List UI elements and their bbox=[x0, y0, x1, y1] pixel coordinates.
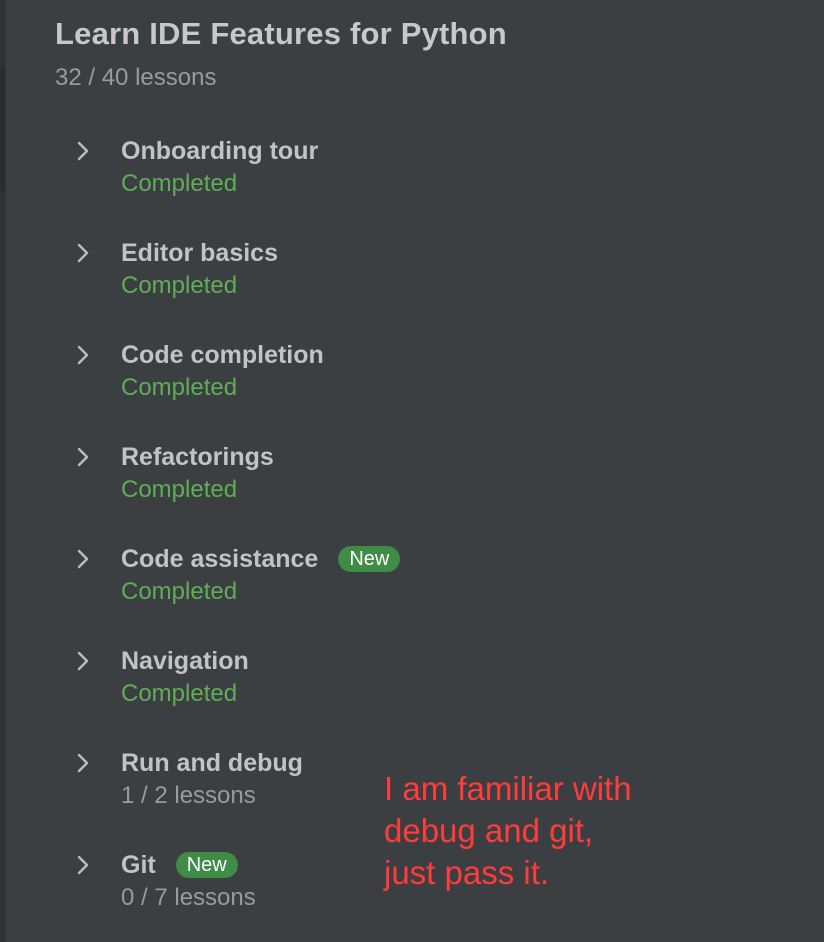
lesson-title-row: Editor basics bbox=[121, 236, 278, 270]
lesson-title: Code completion bbox=[121, 340, 324, 369]
lesson-status: Completed bbox=[121, 374, 238, 401]
chevron-right-icon[interactable] bbox=[72, 140, 94, 162]
lesson-title-row: Git New bbox=[121, 848, 238, 882]
lesson-title-row: Onboarding tour bbox=[121, 134, 318, 168]
lesson-status: Completed bbox=[121, 680, 238, 707]
lesson-title: Refactorings bbox=[121, 442, 274, 471]
lesson-title: Git bbox=[121, 850, 156, 879]
lesson-title-row: Navigation bbox=[121, 644, 249, 678]
lesson-item-navigation[interactable]: Navigation Completed bbox=[72, 644, 572, 724]
annotation-line: I am familiar with bbox=[384, 770, 632, 807]
lesson-item-onboarding-tour[interactable]: Onboarding tour Completed bbox=[72, 134, 572, 214]
lesson-title: Code assistance bbox=[121, 544, 319, 573]
lesson-item-editor-basics[interactable]: Editor basics Completed bbox=[72, 236, 572, 316]
lesson-status: Completed bbox=[121, 272, 238, 299]
chevron-right-icon[interactable] bbox=[72, 548, 94, 570]
scrollbar-thumb[interactable] bbox=[0, 66, 5, 191]
lesson-title: Onboarding tour bbox=[121, 136, 319, 165]
lesson-status: Completed bbox=[121, 170, 238, 197]
course-progress: 32 / 40 lessons bbox=[55, 64, 217, 91]
chevron-right-icon[interactable] bbox=[72, 650, 94, 672]
lesson-title: Navigation bbox=[121, 646, 249, 675]
new-badge: New bbox=[175, 852, 238, 878]
lesson-title: Editor basics bbox=[121, 238, 278, 267]
chevron-right-icon[interactable] bbox=[72, 752, 94, 774]
lesson-title-row: Run and debug bbox=[121, 746, 303, 780]
lesson-title-row: Code assistance New bbox=[121, 542, 401, 576]
lesson-status: 1 / 2 lessons bbox=[121, 782, 256, 809]
lesson-item-refactorings[interactable]: Refactorings Completed bbox=[72, 440, 572, 520]
annotation-line: just pass it. bbox=[384, 854, 550, 891]
lesson-title-row: Refactorings bbox=[121, 440, 274, 474]
lesson-status: Completed bbox=[121, 578, 238, 605]
user-annotation: I am familiar with debug and git, just p… bbox=[384, 768, 632, 894]
lesson-title: Run and debug bbox=[121, 748, 303, 777]
chevron-right-icon[interactable] bbox=[72, 242, 94, 264]
chevron-right-icon[interactable] bbox=[72, 446, 94, 468]
lesson-title-row: Code completion bbox=[121, 338, 324, 372]
page-title: Learn IDE Features for Python bbox=[55, 16, 507, 51]
annotation-line: debug and git, bbox=[384, 812, 594, 849]
lesson-item-code-assistance[interactable]: Code assistance New Completed bbox=[72, 542, 572, 622]
lesson-status: Completed bbox=[121, 476, 238, 503]
lesson-item-code-completion[interactable]: Code completion Completed bbox=[72, 338, 572, 418]
learn-panel: Learn IDE Features for Python 32 / 40 le… bbox=[0, 0, 824, 942]
lesson-status: 0 / 7 lessons bbox=[121, 884, 256, 911]
chevron-right-icon[interactable] bbox=[72, 854, 94, 876]
new-badge: New bbox=[338, 546, 401, 572]
chevron-right-icon[interactable] bbox=[72, 344, 94, 366]
